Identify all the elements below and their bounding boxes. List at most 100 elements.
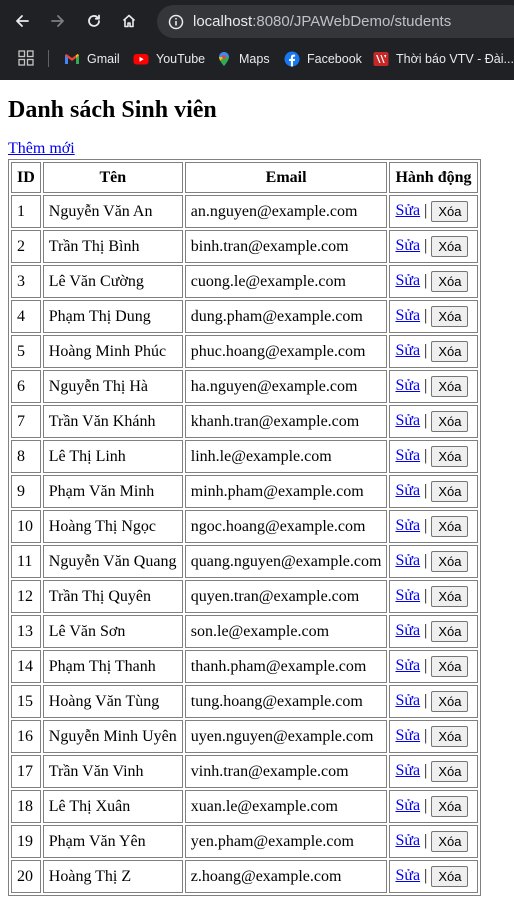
delete-button[interactable]: Xóa <box>431 341 469 362</box>
action-separator: | <box>424 797 428 815</box>
bookmark-label: Facebook <box>307 52 362 66</box>
edit-link[interactable]: Sửa <box>395 797 420 814</box>
edit-link[interactable]: Sửa <box>395 727 420 744</box>
back-button[interactable] <box>7 6 37 36</box>
bookmark-maps[interactable]: Maps <box>216 48 270 70</box>
cell-email: thanh.pham@example.com <box>184 650 388 683</box>
table-row: 6 Nguyễn Thị Hà ha.nguyen@example.com Sửa |… <box>11 370 478 403</box>
edit-link[interactable]: Sửa <box>395 552 420 569</box>
edit-link[interactable]: Sửa <box>395 692 420 709</box>
cell-actions: Sửa | Xóa <box>389 615 478 648</box>
browser-toolbar: localhost:8080/JPAWebDemo/students <box>0 0 514 42</box>
edit-link[interactable]: Sửa <box>395 342 420 359</box>
edit-link[interactable]: Sửa <box>395 657 420 674</box>
url-host: localhost <box>193 13 253 30</box>
cell-name: Trần Thị Quyên <box>42 580 183 613</box>
table-header-row: ID Tên Email Hành động <box>11 162 478 193</box>
cell-email: cuong.le@example.com <box>184 265 388 298</box>
action-separator: | <box>424 587 428 605</box>
cell-name: Phạm Thị Dung <box>42 300 183 333</box>
cell-id: 10 <box>11 510 41 543</box>
delete-button[interactable]: Xóa <box>431 761 469 782</box>
cell-name: Trần Văn Vinh <box>42 755 183 788</box>
edit-link[interactable]: Sửa <box>395 447 420 464</box>
edit-link[interactable]: Sửa <box>395 762 420 779</box>
cell-id: 19 <box>11 825 41 858</box>
action-separator: | <box>424 237 428 255</box>
table-row: 19 Phạm Văn Yên yen.pham@example.com Sửa | … <box>11 825 478 858</box>
cell-actions: Sửa | Xóa <box>389 720 478 753</box>
delete-button[interactable]: Xóa <box>431 551 469 572</box>
cell-id: 2 <box>11 230 41 263</box>
cell-email: xuan.le@example.com <box>184 790 388 823</box>
table-row: 20 Hoàng Thị Zz.hoang@example.com Sửa | Xó… <box>11 860 478 893</box>
cell-email: binh.tran@example.com <box>184 230 388 263</box>
delete-button[interactable]: Xóa <box>431 726 469 747</box>
site-info-icon[interactable] <box>165 11 187 33</box>
action-separator: | <box>424 552 428 570</box>
cell-email: tung.hoang@example.com <box>184 685 388 718</box>
delete-button[interactable]: Xóa <box>431 376 469 397</box>
delete-button[interactable]: Xóa <box>431 831 469 852</box>
delete-button[interactable]: Xóa <box>431 201 469 222</box>
vtv-icon <box>373 52 389 66</box>
add-new-link[interactable]: Thêm mới <box>8 140 75 158</box>
cell-actions: Sửa | Xóa <box>389 825 478 858</box>
delete-button[interactable]: Xóa <box>431 866 469 887</box>
address-bar[interactable]: localhost:8080/JPAWebDemo/students <box>157 5 514 38</box>
table-row: 17 Trần Văn Vinh vinh.tran@example.com Sửa … <box>11 755 478 788</box>
cell-actions: Sửa | Xóa <box>389 650 478 683</box>
delete-button[interactable]: Xóa <box>431 271 469 292</box>
edit-link[interactable]: Sửa <box>395 832 420 849</box>
cell-actions: Sửa | Xóa <box>389 545 478 578</box>
cell-actions: Sửa | Xóa <box>389 335 478 368</box>
table-row: 10 Hoàng Thị Ngọc ngoc.hoang@example.com Sử… <box>11 510 478 543</box>
edit-link[interactable]: Sửa <box>395 622 420 639</box>
page-content: Danh sách Sinh viên Thêm mới ID Tên Emai… <box>0 80 514 909</box>
edit-link[interactable]: Sửa <box>395 307 420 324</box>
cell-id: 16 <box>11 720 41 753</box>
apps-grid-icon[interactable] <box>18 50 34 66</box>
cell-id: 8 <box>11 440 41 473</box>
cell-name: Lê Văn Sơn <box>42 615 183 648</box>
cell-id: 14 <box>11 650 41 683</box>
delete-button[interactable]: Xóa <box>431 306 469 327</box>
cell-name: Lê Thị Xuân <box>42 790 183 823</box>
bookmark-youtube[interactable]: YouTube <box>133 48 205 70</box>
edit-link[interactable]: Sửa <box>395 272 420 289</box>
cell-email: ha.nguyen@example.com <box>184 370 388 403</box>
edit-link[interactable]: Sửa <box>395 517 420 534</box>
home-button[interactable] <box>114 6 144 36</box>
reload-button[interactable] <box>79 6 109 36</box>
cell-email: minh.pham@example.com <box>184 475 388 508</box>
cell-name: Nguyễn Văn An <box>42 195 183 228</box>
cell-email: linh.le@example.com <box>184 440 388 473</box>
delete-button[interactable]: Xóa <box>431 446 469 467</box>
bookmark-facebook[interactable]: Facebook <box>284 48 362 70</box>
delete-button[interactable]: Xóa <box>431 236 469 257</box>
action-separator: | <box>424 202 428 220</box>
bookmark-gmail[interactable]: Gmail <box>64 48 120 70</box>
edit-link[interactable]: Sửa <box>395 867 420 884</box>
action-separator: | <box>424 482 428 500</box>
delete-button[interactable]: Xóa <box>431 411 469 432</box>
action-separator: | <box>424 622 428 640</box>
cell-actions: Sửa | Xóa <box>389 860 478 893</box>
bookmark-vtv[interactable]: Thời báo VTV - Đài... <box>373 48 514 70</box>
delete-button[interactable]: Xóa <box>431 691 469 712</box>
delete-button[interactable]: Xóa <box>431 796 469 817</box>
delete-button[interactable]: Xóa <box>431 656 469 677</box>
forward-button[interactable] <box>43 6 73 36</box>
delete-button[interactable]: Xóa <box>431 621 469 642</box>
cell-id: 7 <box>11 405 41 438</box>
edit-link[interactable]: Sửa <box>395 412 420 429</box>
edit-link[interactable]: Sửa <box>395 377 420 394</box>
delete-button[interactable]: Xóa <box>431 516 469 537</box>
edit-link[interactable]: Sửa <box>395 482 420 499</box>
edit-link[interactable]: Sửa <box>395 237 420 254</box>
edit-link[interactable]: Sửa <box>395 202 420 219</box>
delete-button[interactable]: Xóa <box>431 586 469 607</box>
action-separator: | <box>424 517 428 535</box>
edit-link[interactable]: Sửa <box>395 587 420 604</box>
delete-button[interactable]: Xóa <box>431 481 469 502</box>
